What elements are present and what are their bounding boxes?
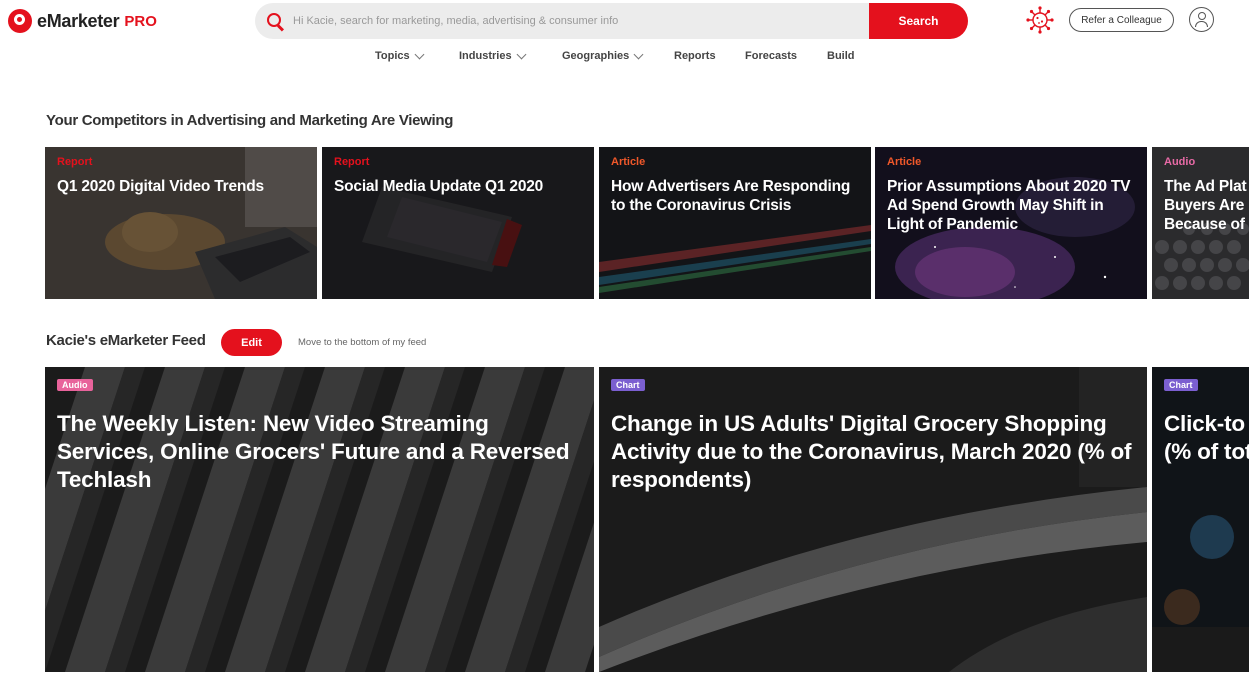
header: eMarketer PRO Search Refer a C (0, 0, 1249, 44)
competitor-card[interactable]: Audio The Ad Plat Buyers Are U Because o… (1152, 147, 1249, 299)
card-title: Change in US Adults' Digital Grocery Sho… (611, 411, 1132, 492)
feed-heading: Kacie's eMarketer Feed (46, 332, 206, 349)
logo-tier: PRO (124, 12, 157, 30)
card-title: The Ad Plat Buyers Are U Because of (1164, 178, 1249, 233)
nav-industries-label: Industries (459, 50, 512, 62)
card-badge: Chart (1164, 379, 1198, 391)
competitors-heading: Your Competitors in Advertising and Mark… (46, 112, 454, 129)
chevron-down-icon (516, 49, 527, 59)
card-type: Report (57, 156, 93, 168)
competitor-card[interactable]: Article How Advertisers Are Responding t… (599, 147, 871, 299)
feed-card[interactable]: Audio The Weekly Listen: New Video Strea… (45, 367, 594, 672)
card-title: The Weekly Listen: New Video Streaming S… (57, 411, 570, 492)
edit-feed-button[interactable]: Edit (221, 329, 282, 356)
card-title: How Advertisers Are Responding to the Co… (611, 178, 851, 214)
card-type: Report (334, 156, 370, 168)
refer-colleague-button[interactable]: Refer a Colleague (1069, 8, 1174, 32)
move-to-bottom-link[interactable]: Move to the bottom of my feed (298, 337, 426, 348)
chevron-down-icon (633, 49, 644, 59)
emarketer-logo[interactable]: eMarketer PRO (8, 8, 157, 34)
competitor-card[interactable]: Report Social Media Update Q1 2020 (322, 147, 594, 299)
nav-forecasts[interactable]: Forecasts (745, 50, 797, 62)
nav-topics-label: Topics (375, 50, 410, 62)
nav-industries[interactable]: Industries (459, 49, 527, 62)
search-icon (265, 11, 285, 31)
card-title: Click-to Made or (% of tot (1164, 411, 1249, 464)
search-input[interactable] (285, 14, 869, 28)
chevron-down-icon (414, 49, 425, 59)
search-bar: Search (255, 3, 968, 39)
coronavirus-icon[interactable] (1026, 6, 1054, 34)
card-image (599, 147, 871, 299)
card-type: Article (887, 156, 922, 168)
card-badge: Audio (57, 379, 93, 391)
nav-reports-label: Reports (674, 50, 716, 62)
feed-card[interactable]: Chart Change in US Adults' Digital Groce… (599, 367, 1147, 672)
account-icon[interactable] (1189, 7, 1214, 32)
card-image (322, 147, 594, 299)
card-image (45, 147, 317, 299)
nav-forecasts-label: Forecasts (745, 50, 797, 62)
card-title: Q1 2020 Digital Video Trends (57, 178, 264, 195)
feed-card[interactable]: Chart Click-to Made or (% of tot (1152, 367, 1249, 672)
search-button[interactable]: Search (869, 3, 968, 39)
nav-geographies[interactable]: Geographies (562, 49, 644, 62)
card-type: Article (611, 156, 646, 168)
nav-geographies-label: Geographies (562, 50, 630, 62)
logo-name: eMarketer (37, 10, 120, 31)
card-title: Prior Assumptions About 2020 TV Ad Spend… (887, 178, 1131, 233)
card-type: Audio (1164, 156, 1196, 168)
nav-reports[interactable]: Reports (674, 50, 716, 62)
main-nav: Topics Industries Geographies Reports Fo… (0, 44, 1249, 70)
nav-build[interactable]: Build (827, 50, 855, 62)
competitor-card[interactable]: Report Q1 2020 Digital Video Trends (45, 147, 317, 299)
logo-mark-icon (8, 9, 32, 33)
search-box (255, 3, 869, 39)
card-title: Social Media Update Q1 2020 (334, 178, 544, 195)
card-badge: Chart (611, 379, 645, 391)
nav-topics[interactable]: Topics (375, 49, 425, 62)
nav-build-label: Build (827, 50, 855, 62)
competitor-card[interactable]: Article Prior Assumptions About 2020 TV … (875, 147, 1147, 299)
